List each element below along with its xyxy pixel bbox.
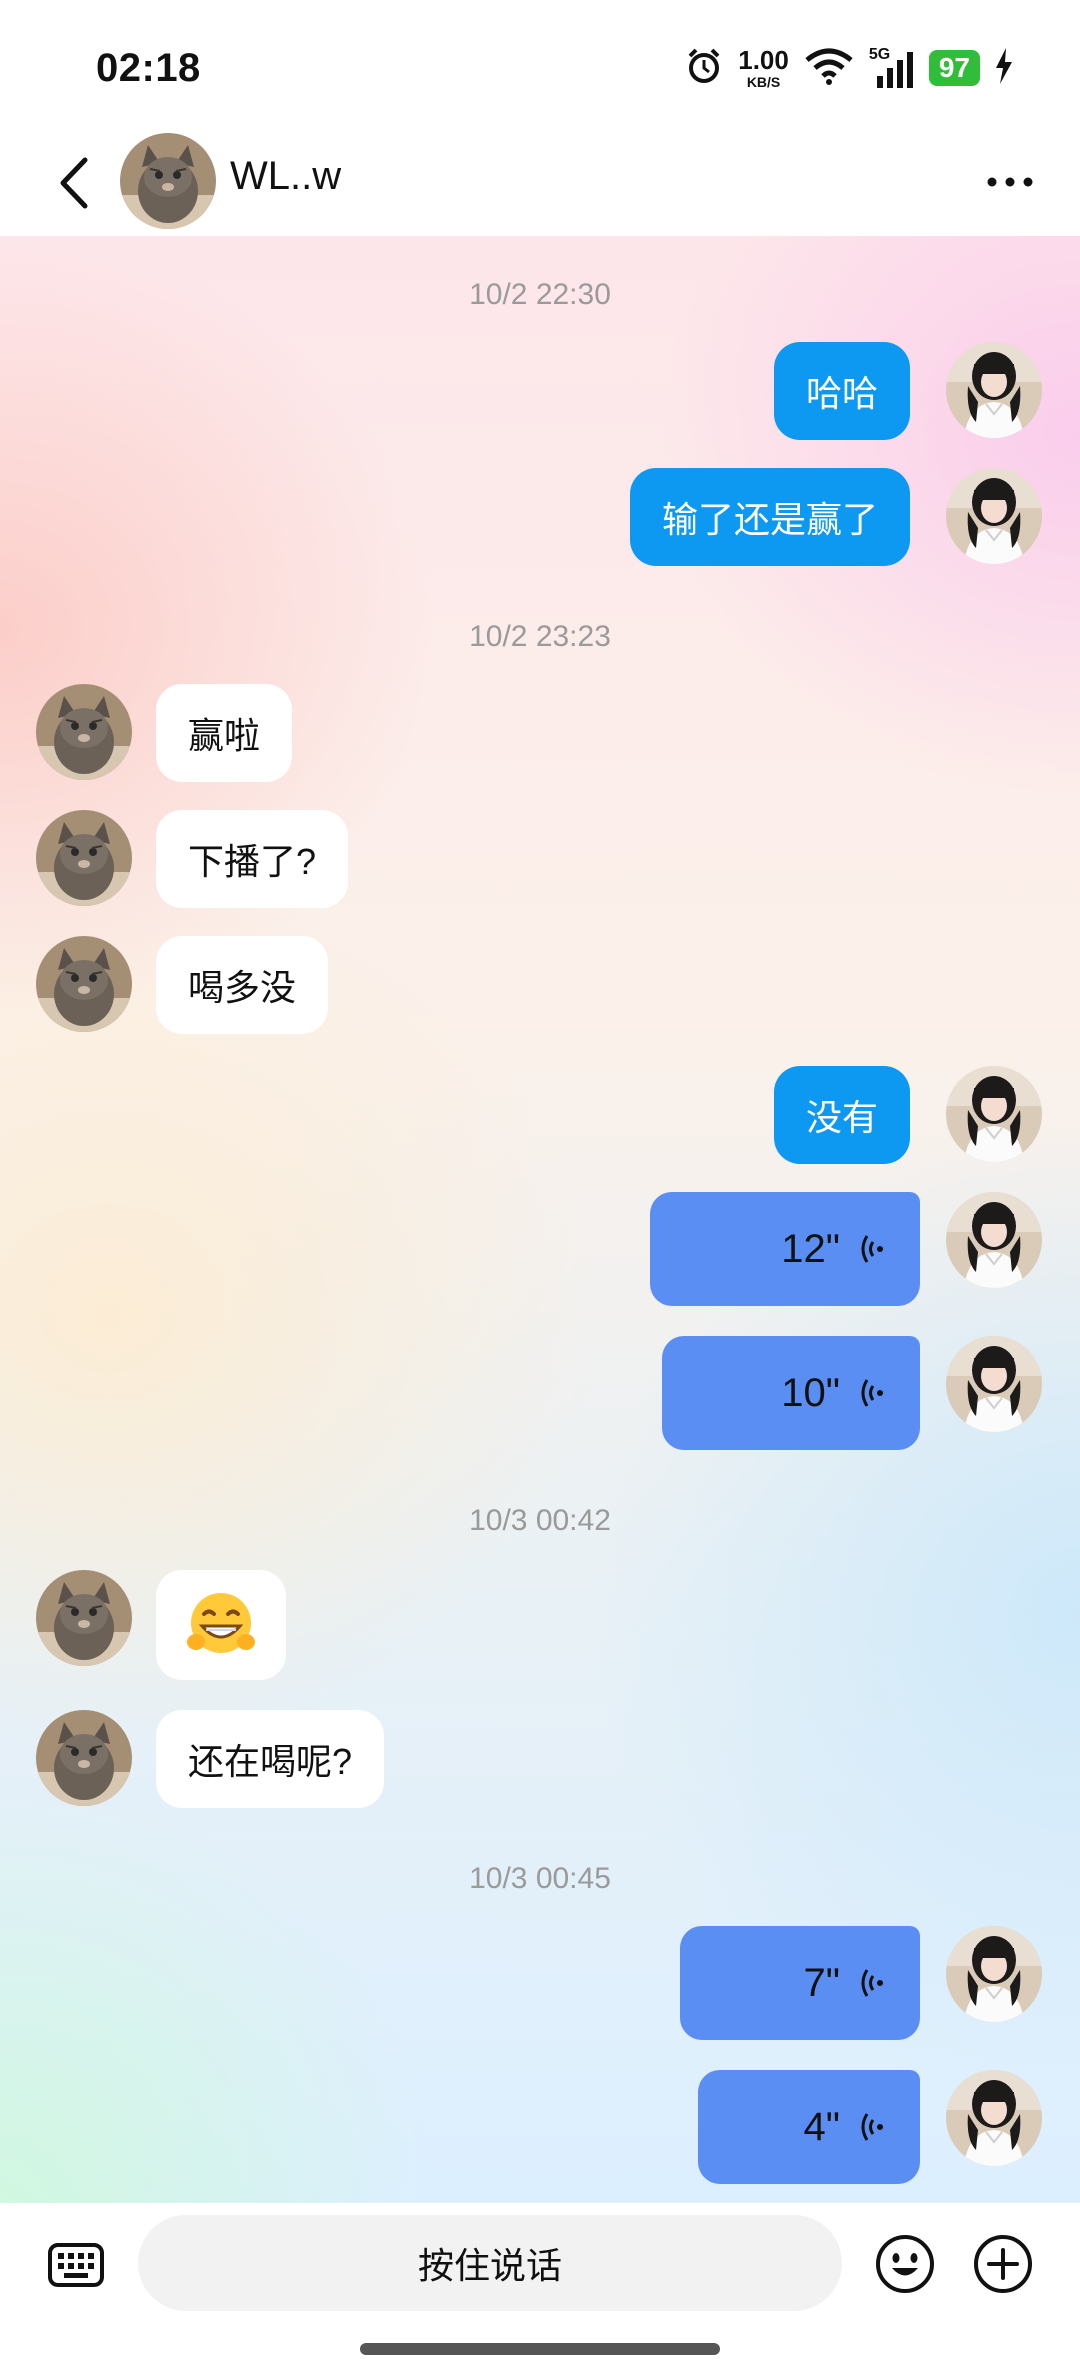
contact-message-avatar[interactable]: [36, 1570, 132, 1666]
keyboard-button[interactable]: [46, 2235, 106, 2295]
my-avatar[interactable]: [946, 468, 1042, 564]
incoming-message[interactable]: 下播了?: [156, 810, 349, 908]
my-avatar[interactable]: [946, 1336, 1042, 1432]
voice-message[interactable]: 10": [662, 1336, 920, 1450]
contact-avatar[interactable]: [120, 133, 216, 229]
contact-message-avatar[interactable]: [36, 1710, 132, 1806]
voice-duration: 10": [781, 1370, 840, 1415]
home-indicator[interactable]: [360, 2343, 720, 2355]
incoming-emoji-message[interactable]: [156, 1570, 286, 1680]
network-speed: 1.00 KB/S: [738, 45, 789, 90]
my-avatar[interactable]: [946, 342, 1042, 438]
status-icons: 1.00 KB/S 5G 97: [684, 44, 1014, 92]
contact-message-avatar[interactable]: [36, 936, 132, 1032]
voice-message[interactable]: 4": [698, 2070, 920, 2184]
voice-message[interactable]: 12": [650, 1192, 920, 1306]
message-timestamp: 10/3 00:42: [469, 1504, 611, 1537]
back-button[interactable]: [44, 148, 104, 218]
message-timestamp: 10/2 23:23: [469, 620, 611, 653]
incoming-message[interactable]: 赢啦: [156, 684, 293, 782]
chat-area[interactable]: 10/2 22:30 哈哈 输了还是赢了 10/2 23:23 赢啦 下播了? …: [0, 236, 1080, 2203]
my-avatar[interactable]: [946, 1192, 1042, 1288]
more-actions-button[interactable]: [972, 2233, 1034, 2295]
chat-header: WL..w: [0, 130, 1080, 236]
grinning-emoji: [187, 1593, 255, 1653]
chevron-left-icon: [60, 157, 88, 209]
status-time: 02:18: [96, 46, 201, 90]
contact-message-avatar[interactable]: [36, 810, 132, 906]
alarm-icon: [684, 46, 724, 91]
more-dots-icon: [987, 177, 1033, 187]
incoming-message[interactable]: 还在喝呢?: [156, 1710, 385, 1808]
voice-duration: 4": [803, 2104, 840, 2149]
emoji-button[interactable]: [874, 2233, 936, 2295]
plus-circle-icon: [974, 2235, 1032, 2293]
my-avatar[interactable]: [946, 1926, 1042, 2022]
cellular-signal-icon: 5G: [869, 46, 915, 90]
input-bar: 按住说话: [0, 2203, 1080, 2373]
wifi-icon: [803, 46, 855, 91]
contact-message-avatar[interactable]: [36, 684, 132, 780]
message-timestamp: 10/3 00:45: [469, 1862, 611, 1895]
hold-to-talk-button[interactable]: 按住说话: [138, 2215, 842, 2311]
sound-wave-icon: [861, 1379, 883, 1407]
sound-wave-icon: [861, 1235, 883, 1263]
voice-duration: 7": [803, 1960, 840, 2005]
voice-duration: 12": [781, 1226, 840, 1271]
charging-icon: [994, 47, 1014, 89]
outgoing-message[interactable]: 没有: [773, 1066, 910, 1164]
incoming-message[interactable]: 喝多没: [156, 936, 329, 1034]
my-avatar[interactable]: [946, 2070, 1042, 2166]
sound-wave-icon: [861, 1969, 883, 1997]
sound-wave-icon: [861, 2113, 883, 2141]
outgoing-message[interactable]: 哈哈: [773, 342, 910, 440]
voice-message[interactable]: 7": [680, 1926, 920, 2040]
message-timestamp: 10/2 22:30: [469, 278, 611, 311]
more-button[interactable]: [980, 160, 1040, 204]
status-bar: 02:18 1.00 KB/S 5G 97: [0, 0, 1080, 130]
keyboard-icon: [48, 2243, 104, 2287]
smiley-icon: [876, 2235, 934, 2293]
my-avatar[interactable]: [946, 1066, 1042, 1162]
outgoing-message[interactable]: 输了还是赢了: [629, 468, 910, 566]
contact-name[interactable]: WL..w: [230, 154, 341, 199]
battery-level: 97: [928, 50, 980, 86]
